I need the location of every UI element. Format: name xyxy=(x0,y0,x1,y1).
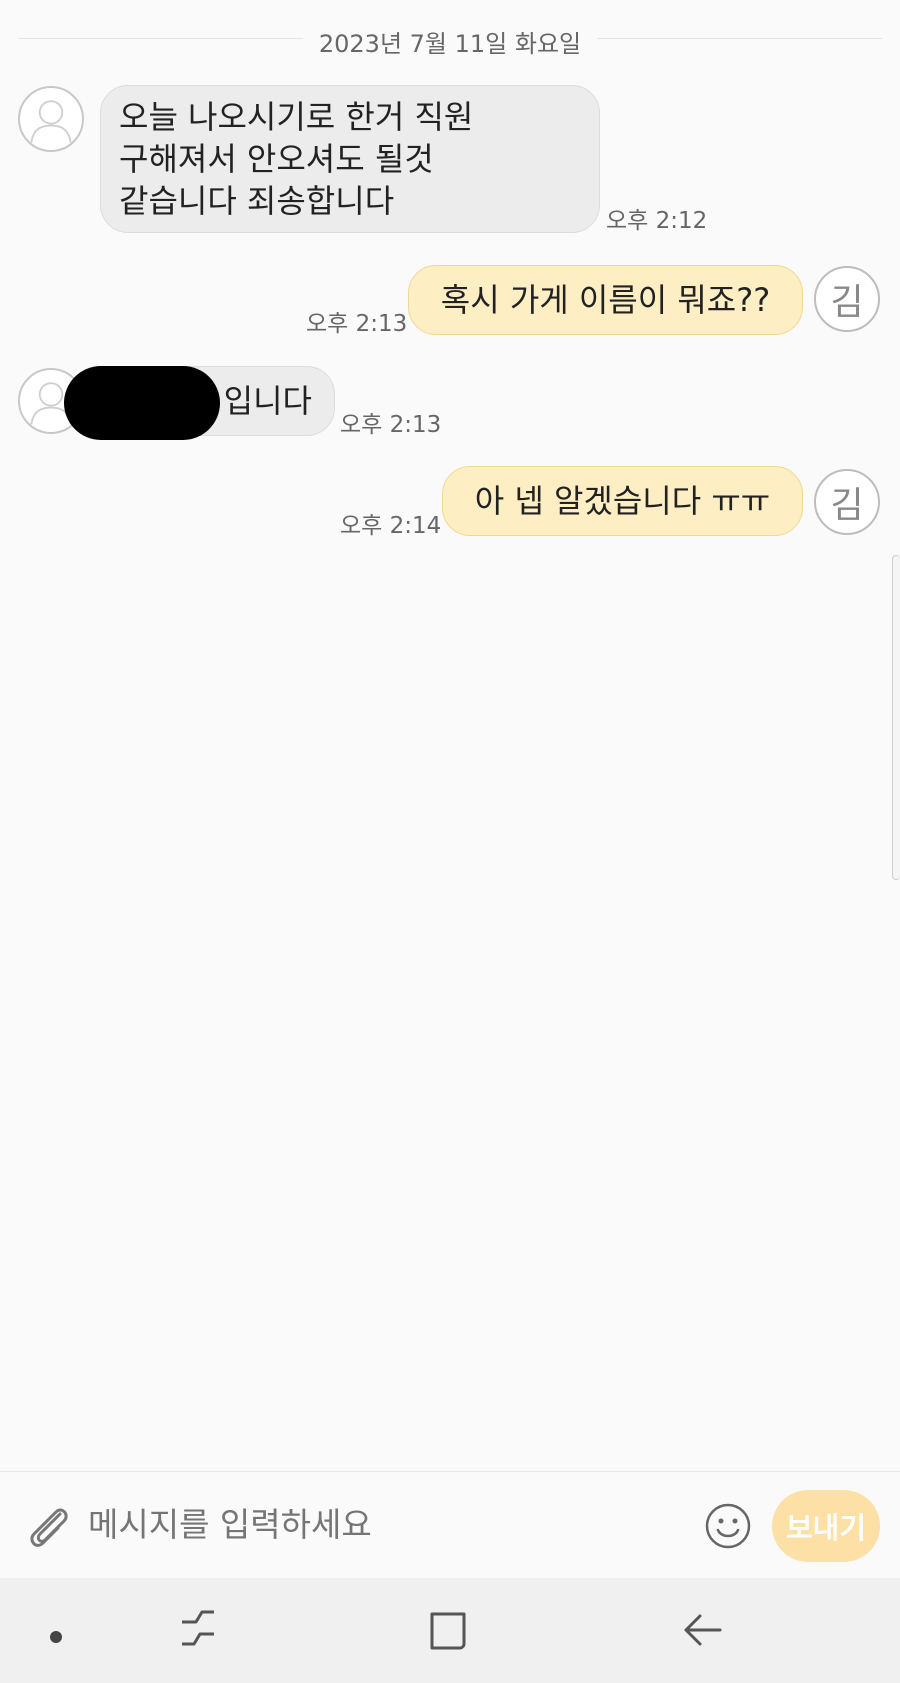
message-bubble-incoming[interactable]: 오늘 나오시기로 한거 직원 구해져서 안오셔도 될것 같습니다 죄송합니다 xyxy=(100,85,600,233)
redaction-mark xyxy=(64,366,220,440)
message-time: 오후 2:13 xyxy=(340,412,442,438)
message-input[interactable] xyxy=(88,1496,688,1554)
sender-avatar[interactable] xyxy=(18,86,84,152)
back-icon[interactable] xyxy=(680,1608,724,1656)
message-bubble-outgoing[interactable]: 아 넵 알겠습니다 ㅠㅠ xyxy=(442,466,803,536)
user-avatar[interactable]: 김 xyxy=(814,266,880,332)
person-icon xyxy=(30,100,72,143)
message-time: 오후 2:13 xyxy=(306,311,408,337)
home-icon[interactable] xyxy=(426,1608,470,1656)
system-navbar xyxy=(0,1578,900,1683)
paperclip-icon[interactable] xyxy=(22,1500,74,1552)
user-avatar[interactable]: 김 xyxy=(814,469,880,535)
recent-apps-icon[interactable] xyxy=(176,1606,220,1654)
date-separator: 2023년 7월 11일 화요일 xyxy=(0,18,900,58)
message-time: 오후 2:12 xyxy=(606,208,708,234)
send-button[interactable]: 보내기 xyxy=(772,1490,880,1562)
smiley-icon[interactable] xyxy=(704,1502,752,1550)
message-composer: 보내기 xyxy=(0,1471,900,1579)
dot-icon[interactable] xyxy=(50,1631,62,1643)
divider-right xyxy=(597,38,882,39)
message-bubble-outgoing[interactable]: 혹시 가게 이름이 뭐죠?? xyxy=(408,265,803,335)
date-label: 2023년 7월 11일 화요일 xyxy=(318,30,582,58)
scroll-handle[interactable] xyxy=(892,555,900,880)
message-time: 오후 2:14 xyxy=(340,513,442,539)
